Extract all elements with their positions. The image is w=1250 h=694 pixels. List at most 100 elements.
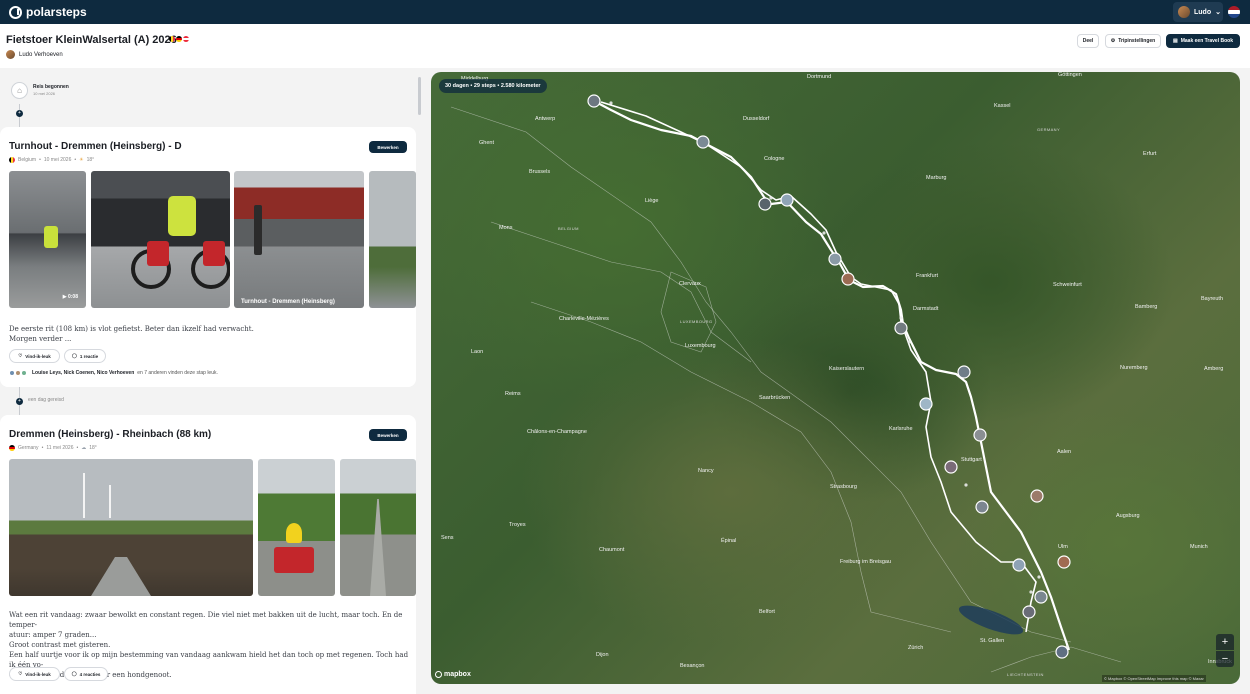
city-label: Ulm [1058, 544, 1068, 550]
city-label: Dusseldorf [743, 116, 770, 122]
germany-flag-icon [9, 445, 15, 451]
city-label: Aalen [1057, 449, 1071, 455]
map-city-labels: Middelburg Dortmund Antwerp Dusseldorf K… [441, 72, 1232, 677]
like-button[interactable]: ♡ Vind-ik-leuk [9, 667, 60, 681]
step-card: Dremmen (Heinsberg) - Rheinbach (88 km) … [0, 415, 416, 694]
top-navigation-bar: polarsteps Ludo ⌄ [0, 0, 1250, 24]
photo-caption: Turnhout - Dremmen (Heinsberg) [241, 299, 335, 305]
travel-book-button[interactable]: ▤ Maak een Travel Book [1166, 34, 1240, 48]
author-avatar [6, 50, 15, 59]
timeline-scrollbar[interactable] [418, 77, 421, 115]
city-label: Nancy [698, 468, 714, 474]
separator-dot: • [39, 157, 41, 163]
zoom-in-button[interactable]: + [1216, 634, 1234, 650]
add-step-button[interactable]: + [16, 398, 23, 405]
like-label: Vind-ik-leuk [25, 671, 51, 677]
map-attribution[interactable]: © Mapbox © OpenStreetMap Improve this ma… [1102, 675, 1206, 682]
step-photo[interactable] [9, 459, 253, 596]
step-markers [587, 94, 1071, 659]
lake-constance [958, 605, 1024, 635]
step-meta: Germany • 11 mei 2026 • ☁ 18° [9, 445, 97, 451]
polarsteps-logo-icon [9, 5, 22, 19]
mapbox-label: mapbox [444, 671, 471, 678]
pannier-bag [203, 241, 225, 266]
city-label: Troyes [509, 522, 526, 528]
trip-settings-label: Tripinstellingen [1118, 38, 1156, 44]
step-title[interactable]: Dremmen (Heinsberg) - Rheinbach (88 km) [9, 429, 211, 440]
city-label: Clervaux [679, 281, 701, 287]
comments-label: 4 reacties [79, 671, 101, 677]
brand-name: polarsteps [26, 5, 87, 19]
description-line: Morgen verder ... [9, 335, 72, 343]
country-borders [450, 106, 1122, 673]
step-description: De eerste rit (108 km) is vlot gefietst.… [9, 324, 254, 344]
share-button[interactable]: Deel [1077, 34, 1099, 48]
city-label: Augsburg [1116, 513, 1140, 519]
trip-author[interactable]: Ludo Verhoeven [6, 50, 63, 59]
mapbox-logo-icon [435, 671, 442, 678]
city-label: Laon [471, 349, 483, 355]
step-country: Germany [18, 445, 39, 451]
travel-gap-label: een dag gereisd [28, 397, 64, 403]
step-photo[interactable] [91, 171, 230, 308]
trip-map[interactable]: Middelburg Dortmund Antwerp Dusseldorf K… [431, 72, 1240, 684]
weather-icon: ☀ [79, 157, 84, 163]
language-flag-icon[interactable] [1228, 6, 1240, 18]
step-photo[interactable] [369, 171, 416, 308]
trip-start-title: Reis begonnen [33, 84, 69, 90]
pannier-bag [147, 241, 169, 266]
mapbox-logo[interactable]: mapbox [435, 671, 471, 678]
video-duration: ▶ 0:08 [63, 294, 78, 300]
separator-dot: • [74, 157, 77, 163]
city-label: Amberg [1204, 366, 1223, 372]
chevron-down-icon: ⌄ [1215, 9, 1221, 16]
austria-flag-icon [183, 36, 189, 42]
separator-dot: • [41, 445, 44, 451]
step-date: 11 mei 2026 [46, 445, 74, 451]
home-icon: ⌂ [11, 82, 28, 99]
city-label: Darmstadt [913, 306, 939, 312]
add-step-button[interactable]: + [16, 110, 23, 117]
city-label: Marburg [926, 175, 946, 181]
zoom-out-button[interactable]: − [1216, 651, 1234, 667]
cyclist-figure [44, 226, 58, 248]
city-label: Châlons-en-Champagne [527, 429, 587, 435]
belgium-flag-icon [169, 36, 175, 42]
likers-summary[interactable]: Louise Leys, Nick Coenen, Nico Verhoeven… [9, 370, 218, 376]
user-name: Ludo [1194, 8, 1212, 16]
like-button[interactable]: ♡ Vind-ik-leuk [9, 349, 60, 363]
edit-step-button[interactable]: Bewerken [369, 141, 407, 153]
comments-button[interactable]: ◯ 1 reactie [64, 349, 106, 363]
city-label: Épinal [721, 537, 736, 544]
step-temperature: 18° [89, 445, 97, 451]
step-video[interactable]: ▶ 0:08 [9, 171, 86, 308]
description-line: Wat een rit vandaag: zwaar bewolkt en co… [9, 611, 403, 629]
city-label: Chaumont [599, 547, 625, 553]
liker-avatar [21, 370, 27, 376]
step-temperature: 18° [86, 157, 95, 163]
city-label: Luxembourg [685, 343, 716, 349]
map-canvas: Middelburg Dortmund Antwerp Dusseldorf K… [441, 72, 1232, 677]
belgium-flag-icon [9, 157, 15, 163]
city-label: Munich [1190, 544, 1208, 550]
step-photo[interactable] [340, 459, 416, 596]
user-menu-button[interactable]: Ludo ⌄ [1173, 2, 1223, 22]
trip-header: Fietstoer KleinWalsertal (A) 2026 Ludo V… [0, 24, 1250, 68]
trip-title: Fietstoer KleinWalsertal (A) 2026 [6, 34, 177, 46]
comments-button[interactable]: ◯ 4 reacties [64, 667, 108, 681]
step-title[interactable]: Turnhout - Dremmen (Heinsberg) - D [9, 141, 182, 152]
user-avatar [1178, 6, 1190, 18]
germany-flag-icon [176, 36, 182, 42]
route-waypoints [609, 101, 1069, 649]
step-photo[interactable]: Turnhout - Dremmen (Heinsberg) [234, 171, 364, 308]
polarsteps-logo[interactable]: polarsteps [9, 5, 87, 19]
city-label: Kassel [994, 103, 1011, 109]
trip-stats-badge: 30 dagen • 29 steps • 2.580 kilometer [439, 79, 547, 93]
trip-settings-button[interactable]: ⚙ Tripinstellingen [1105, 34, 1161, 48]
step-photo[interactable] [258, 459, 335, 596]
author-name: Ludo Verhoeven [19, 51, 63, 58]
trip-timeline[interactable]: ⌂ Reis begonnen 10 mei 2026 + Turnhout -… [0, 68, 420, 694]
edit-step-button[interactable]: Bewerken [369, 429, 407, 441]
step-card: Turnhout - Dremmen (Heinsberg) - D Bewer… [0, 127, 416, 387]
heart-icon: ♡ [18, 353, 23, 358]
